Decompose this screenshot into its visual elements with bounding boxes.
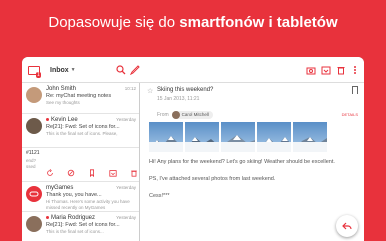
message-date: 15 Jan 2013, 11:21 — [157, 96, 200, 102]
more-options-icon[interactable] — [348, 57, 362, 83]
message-body-paragraph: PS, I've attached several photos from la… — [149, 176, 276, 182]
list-item[interactable]: Maria Rodriguez Re[21]: Fwd: Set of icon… — [22, 212, 139, 241]
swipe-fragment: end? — [26, 158, 37, 163]
attachment-photo[interactable] — [149, 122, 183, 152]
sender-name: John Smith — [46, 86, 77, 92]
from-label: From — [157, 111, 169, 118]
photo-attachments — [149, 122, 327, 152]
swipe-fragment: ssed — [26, 164, 36, 169]
time: Yesterday — [116, 117, 136, 122]
delete-icon[interactable] — [130, 169, 138, 177]
mygames-logo-icon — [26, 186, 42, 202]
subject: Re: myChat meeting notes — [46, 93, 112, 99]
time: Yesterday — [116, 185, 136, 190]
list-item[interactable]: Kevin Lee Re[21]: Fwd: Set of icons for.… — [22, 114, 139, 148]
reply-icon — [342, 222, 352, 230]
folder-selector[interactable]: Inbox ▼ — [50, 57, 76, 83]
avatar — [26, 216, 42, 232]
sender-name: Kevin Lee — [46, 117, 78, 123]
swipe-tag: #1121 — [26, 150, 40, 156]
message-detail: ☆ Skiing this weekend? 15 Jan 2013, 11:2… — [141, 83, 364, 241]
time: 10:12 — [124, 86, 136, 91]
search-icon[interactable] — [114, 57, 128, 83]
time: Yesterday — [116, 215, 136, 220]
list-item[interactable]: John Smith Re: myChat meeting notes See … — [22, 83, 139, 114]
avatar — [26, 118, 42, 134]
promo-headline: Dopasowuje się do smartfonów i tabletów — [0, 14, 386, 31]
delete-icon[interactable] — [334, 57, 348, 83]
avatar — [171, 110, 180, 119]
headline-prefix: Dopasowuje się do — [48, 14, 180, 31]
move-icon[interactable] — [109, 169, 117, 177]
bookmark-icon[interactable] — [88, 169, 96, 177]
message-list: John Smith Re: myChat meeting notes See … — [22, 83, 140, 241]
attachment-photo[interactable] — [257, 122, 291, 152]
tablet-device: 1 Inbox ▼ John Smith Re: myChat meeting … — [22, 57, 364, 241]
sender-chip[interactable]: Carol Mitchell — [171, 110, 213, 119]
attachment-photo[interactable] — [293, 122, 327, 152]
camera-icon[interactable] — [304, 57, 318, 83]
headline-bold: smartfonów i tabletów — [179, 14, 338, 31]
subject: Re[21]: Fwd: Set of icons for... — [46, 124, 120, 130]
toolbar: 1 Inbox ▼ — [22, 57, 364, 83]
attachment-photo[interactable] — [221, 122, 255, 152]
chevron-down-icon: ▼ — [70, 67, 76, 73]
snippet: This is the final set of icons... — [46, 229, 104, 234]
app-screen: 1 Inbox ▼ John Smith Re: myChat meeting … — [22, 57, 364, 241]
swipe-actions-row: #1121 end? ssed — [22, 148, 139, 182]
message-body-paragraph: Cess!*** — [149, 193, 170, 199]
unread-dot-icon — [46, 215, 49, 219]
snippet: This is the final set of icons. Please, — [46, 131, 118, 136]
details-link[interactable]: DETAILS — [342, 112, 358, 117]
subject: Thank you, you have... — [46, 192, 102, 198]
flag-icon[interactable] — [67, 169, 75, 177]
unread-dot-icon — [46, 117, 49, 121]
sender-name: Maria Rodriguez — [46, 215, 95, 221]
subject: Re[21]: Fwd: Set of icons for... — [46, 222, 120, 228]
avatar — [26, 87, 42, 103]
snippet: See my thoughts — [46, 100, 80, 105]
sender-name: Carol Mitchell — [181, 112, 209, 117]
snippet: Hi Thomas. Here's some activity you have… — [46, 199, 130, 210]
message-body-paragraph: Hi! Any plans for the weekend? Let's go … — [149, 159, 335, 165]
refresh-icon[interactable] — [46, 169, 54, 177]
bookmark-icon[interactable] — [352, 86, 358, 94]
attachment-photo[interactable] — [185, 122, 219, 152]
message-subject: Skiing this weekend? — [157, 87, 214, 93]
star-icon[interactable]: ☆ — [147, 87, 153, 95]
folder-label: Inbox — [50, 66, 69, 74]
reply-button[interactable] — [336, 215, 358, 237]
sender-name: myGames — [46, 185, 74, 191]
edit-mode-icon[interactable] — [128, 57, 142, 83]
mail-app-logo-icon[interactable]: 1 — [26, 57, 42, 83]
move-icon[interactable] — [319, 57, 333, 83]
list-item[interactable]: myGames Thank you, you have... Hi Thomas… — [22, 182, 139, 212]
from-row: From Carol Mitchell — [157, 110, 213, 119]
